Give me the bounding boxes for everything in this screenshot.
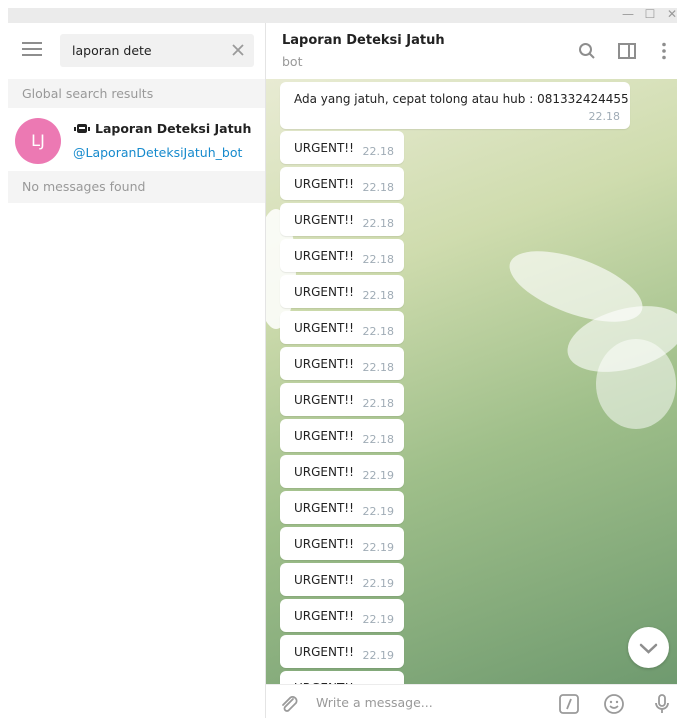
message-text: URGENT!!: [294, 213, 354, 227]
chat-subtitle: bot: [282, 54, 303, 69]
chevron-down-icon: [639, 643, 658, 654]
message-bubble[interactable]: URGENT!! 22.19: [280, 599, 404, 632]
message-time: 22.18: [588, 110, 621, 123]
emoji-icon[interactable]: [603, 693, 625, 715]
message-text: URGENT!!: [294, 285, 354, 299]
chat-title[interactable]: Laporan Deteksi Jatuh: [282, 33, 445, 48]
search-input[interactable]: [60, 34, 220, 67]
message-time: 22.19: [362, 469, 395, 482]
message-bubble[interactable]: URGENT!! 22.18: [280, 275, 404, 308]
message-time: 22.19: [362, 505, 395, 518]
title-bar: — ☐ ✕: [8, 8, 677, 23]
menu-icon[interactable]: [22, 42, 42, 58]
background-decoration: [596, 339, 676, 429]
message-text: URGENT!!: [294, 645, 354, 659]
message-text: Ada yang jatuh, cepat tolong atau hub : …: [294, 92, 629, 106]
message-bubble[interactable]: URGENT!! 22.19: [280, 635, 404, 668]
message-time: 22.18: [362, 181, 395, 194]
message-bubble[interactable]: URGENT!! 22.18: [280, 311, 404, 344]
bot-commands-icon[interactable]: [558, 693, 580, 715]
message-time: 22.19: [362, 541, 395, 554]
message-text: URGENT!!: [294, 321, 354, 335]
message-bubble[interactable]: URGENT!! 22.18: [280, 347, 404, 380]
message-bubble[interactable]: URGENT!!: [280, 671, 404, 684]
message-text: URGENT!!: [294, 573, 354, 587]
side-panel-icon[interactable]: [617, 41, 637, 61]
search-result-item[interactable]: LJ Laporan Deteksi Jatuh @LaporanDeteksi…: [8, 108, 265, 171]
message-time: 22.18: [362, 289, 395, 302]
message-time: 22.18: [362, 361, 395, 374]
message-text: URGENT!!: [294, 177, 354, 191]
message-text: URGENT!!: [294, 537, 354, 551]
message-text: URGENT!!: [294, 501, 354, 515]
message-bubble[interactable]: URGENT!! 22.18: [280, 383, 404, 416]
search-icon[interactable]: [577, 41, 597, 61]
message-time: 22.19: [362, 613, 395, 626]
message-time: 22.18: [362, 217, 395, 230]
message-bubble[interactable]: URGENT!! 22.19: [280, 491, 404, 524]
bot-icon: [74, 124, 90, 133]
sidebar: Global search results LJ Laporan Deteksi…: [8, 23, 265, 718]
message-bubble[interactable]: URGENT!! 22.18: [280, 419, 404, 452]
message-time: 22.19: [362, 577, 395, 590]
message-text: URGENT!!: [294, 357, 354, 371]
result-username: @LaporanDeteksiJatuh_bot: [73, 145, 243, 160]
avatar: LJ: [15, 118, 61, 164]
minimize-button[interactable]: —: [618, 8, 638, 23]
message-bubble[interactable]: URGENT!! 22.19: [280, 563, 404, 596]
attach-icon[interactable]: [278, 693, 300, 715]
message-bubble[interactable]: URGENT!! 22.18: [280, 131, 404, 164]
message-bubble[interactable]: URGENT!! 22.18: [280, 203, 404, 236]
clear-search-icon[interactable]: [230, 42, 246, 58]
close-window-button[interactable]: ✕: [662, 8, 677, 23]
microphone-icon[interactable]: [651, 693, 673, 715]
no-messages-label: No messages found: [8, 171, 265, 203]
message-bubble[interactable]: Ada yang jatuh, cepat tolong atau hub : …: [280, 82, 630, 129]
more-options-icon[interactable]: [654, 41, 674, 61]
message-text: URGENT!!: [294, 393, 354, 407]
message-text: URGENT!!: [294, 141, 354, 155]
message-text: URGENT!!: [294, 429, 354, 443]
message-bubble[interactable]: URGENT!! 22.19: [280, 455, 404, 488]
message-text: URGENT!!: [294, 465, 354, 479]
message-bubble[interactable]: URGENT!! 22.18: [280, 167, 404, 200]
message-bubble[interactable]: URGENT!! 22.19: [280, 527, 404, 560]
message-time: 22.18: [362, 253, 395, 266]
message-bubble[interactable]: URGENT!! 22.18: [280, 239, 404, 272]
search-box: [60, 34, 254, 67]
message-text: URGENT!!: [294, 249, 354, 263]
scroll-down-button[interactable]: [628, 627, 669, 668]
result-name: Laporan Deteksi Jatuh: [95, 121, 252, 136]
message-time: 22.18: [362, 433, 395, 446]
message-composer: [266, 684, 677, 718]
message-text: URGENT!!: [294, 609, 354, 623]
message-time: 22.18: [362, 397, 395, 410]
chat-messages-area[interactable]: Ada yang jatuh, cepat tolong atau hub : …: [266, 79, 677, 684]
sidebar-header: [8, 23, 265, 79]
maximize-button[interactable]: ☐: [640, 8, 660, 23]
message-time: 22.18: [362, 325, 395, 338]
message-time: 22.18: [362, 145, 395, 158]
chat-header: Laporan Deteksi Jatuh bot: [266, 23, 677, 79]
message-time: 22.19: [362, 649, 395, 662]
global-search-header: Global search results: [8, 79, 265, 108]
message-input[interactable]: [316, 685, 546, 718]
